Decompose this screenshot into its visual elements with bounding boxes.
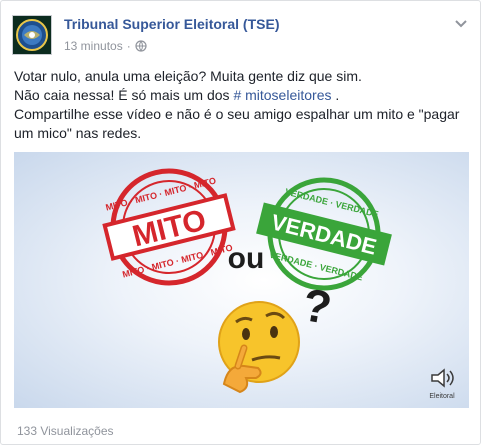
post-card: Tribunal Superior Eleitoral (TSE) 13 min… — [0, 0, 481, 445]
post-options-button[interactable] — [453, 15, 469, 31]
post-text: Votar nulo, anula uma eleição? Muita gen… — [14, 67, 469, 143]
chevron-down-icon — [455, 20, 467, 28]
mito-stamp: MITO · MITO · MITO · MITO MITO MITO · MI… — [102, 168, 236, 286]
thinking-face-emoji — [218, 301, 300, 394]
sound-watermark-icon: Eleitoral — [429, 368, 455, 400]
hashtag-link[interactable]: # mitoseleitores — [233, 87, 331, 103]
page-avatar[interactable] — [12, 15, 52, 55]
post-text-line-3: Compartilhe esse vídeo e não é o seu ami… — [14, 106, 460, 141]
post-timestamp[interactable]: 13 minutos — [64, 39, 123, 53]
globe-icon[interactable] — [135, 40, 147, 52]
connector-word: ou — [228, 242, 265, 275]
post-text-line-2: Não caia nessa! É só mais um dos # mitos… — [14, 86, 469, 105]
video-thumbnail[interactable]: MITO · MITO · MITO · MITO MITO MITO · MI… — [14, 152, 469, 408]
video-artwork: MITO · MITO · MITO · MITO MITO MITO · MI… — [102, 168, 455, 400]
post-text-line-1: Votar nulo, anula uma eleição? Muita gen… — [14, 68, 362, 84]
view-count: 133 Visualizações — [17, 424, 114, 438]
post-text-line-2-suffix: . — [331, 87, 340, 103]
post-text-line-2-prefix: Não caia nessa! É só mais um dos — [14, 87, 234, 103]
post-meta: 13 minutos · — [64, 39, 147, 53]
meta-separator: · — [126, 39, 131, 53]
watermark-label: Eleitoral — [429, 393, 455, 400]
verdade-stamp-word: VERDADE — [269, 209, 379, 259]
page-name-link[interactable]: Tribunal Superior Eleitoral (TSE) — [64, 16, 279, 32]
tse-logo-icon — [16, 19, 48, 51]
